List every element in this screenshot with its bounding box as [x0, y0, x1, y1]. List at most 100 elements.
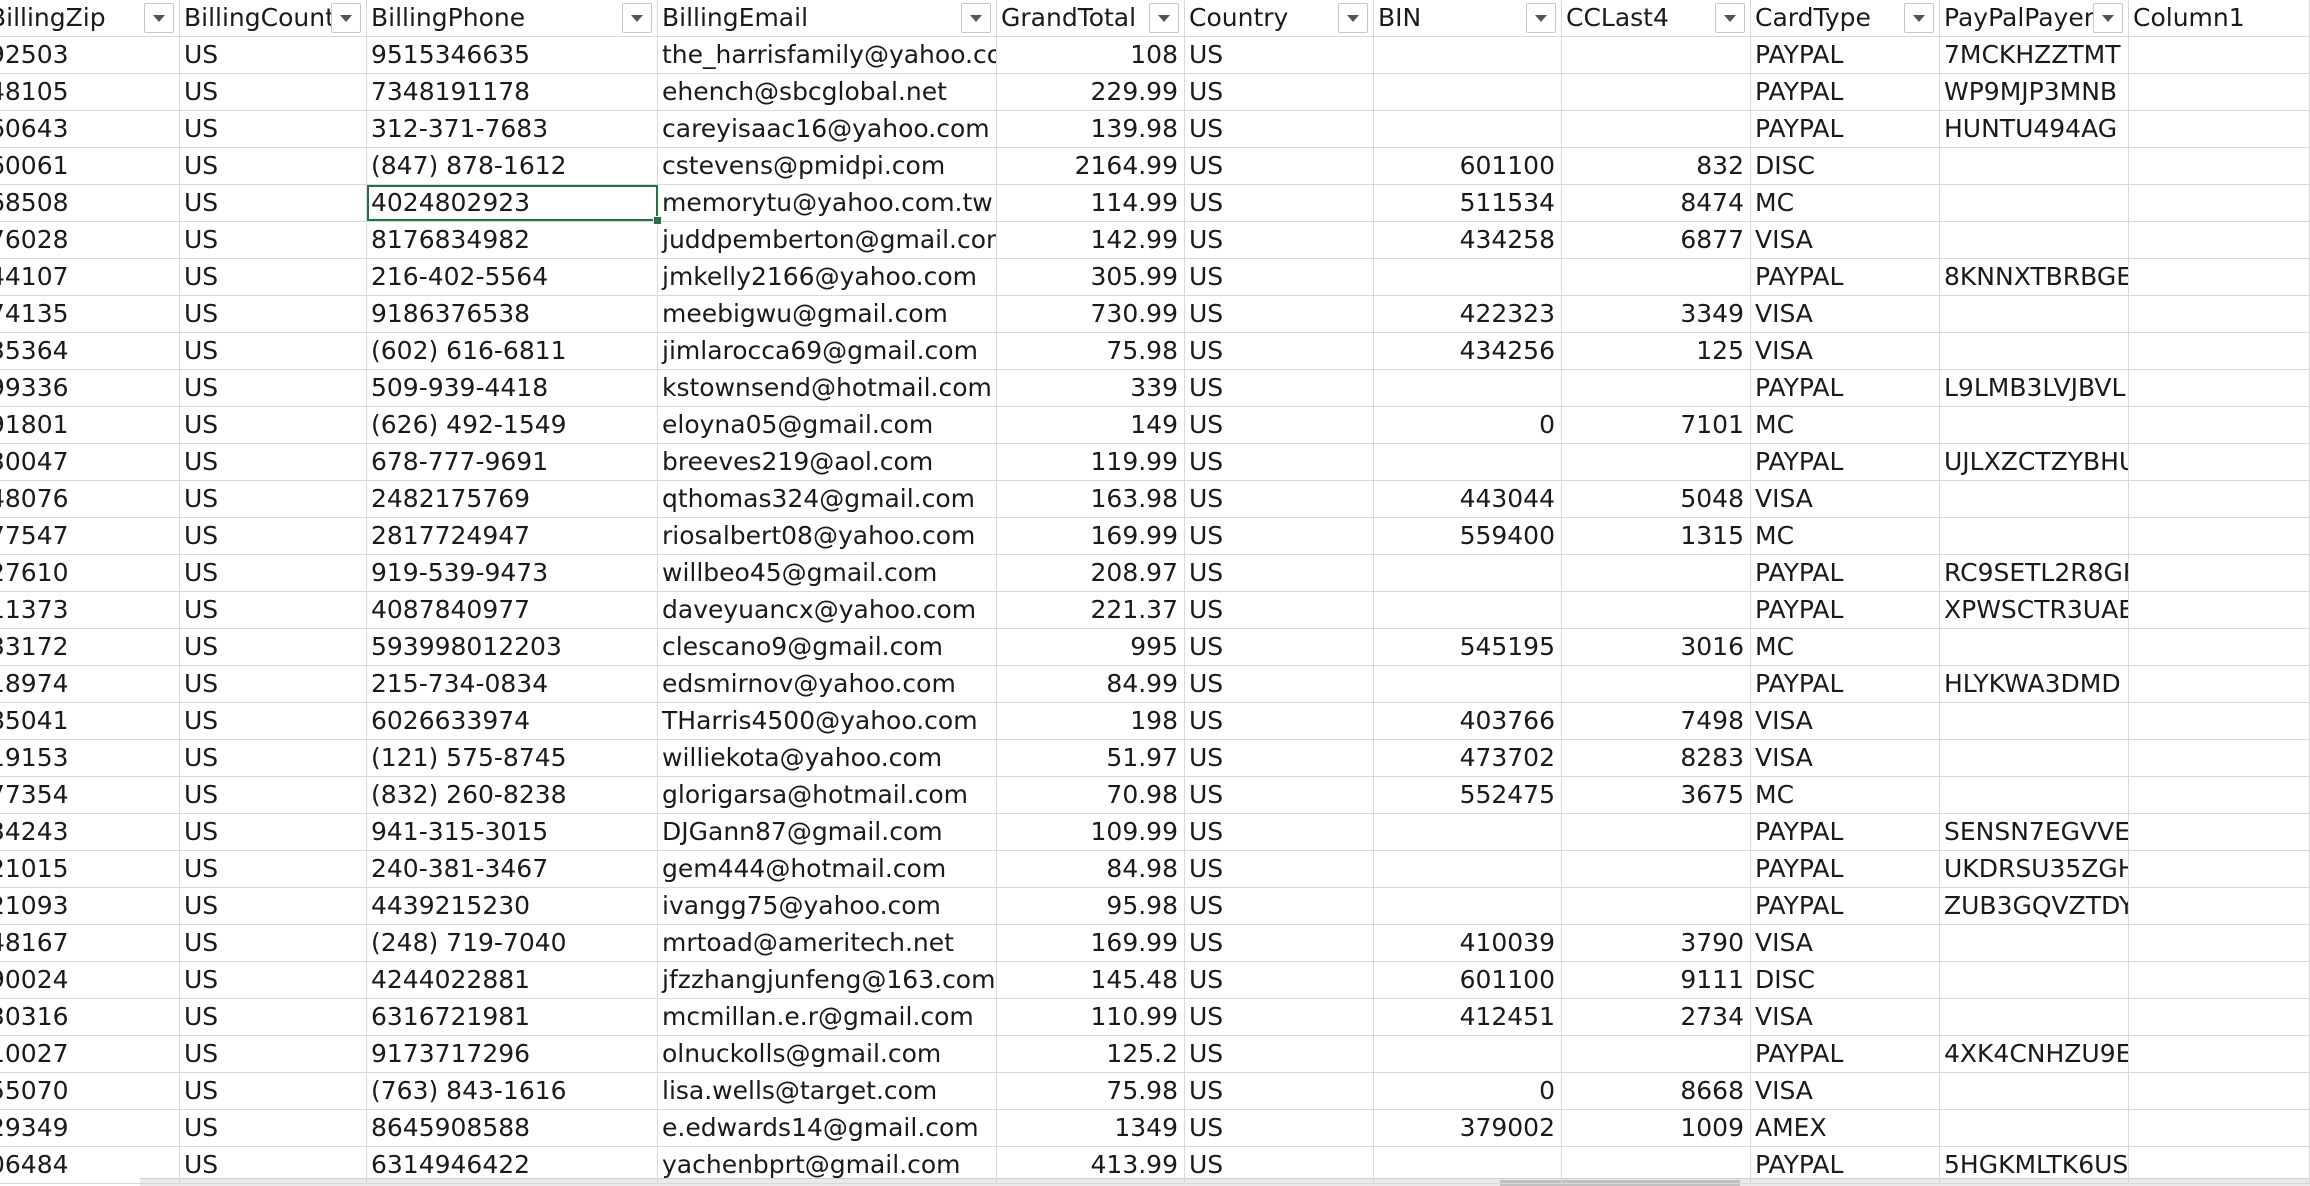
cell-total[interactable]: 229.99	[997, 74, 1185, 110]
cell-bin[interactable]	[1374, 1147, 1562, 1183]
cell-col1[interactable]	[2129, 407, 2310, 443]
cell-country_code[interactable]: US	[180, 111, 367, 147]
cell-card_type[interactable]: VISA	[1751, 703, 1940, 739]
cell-bin[interactable]	[1374, 666, 1562, 702]
cell-country_code[interactable]: US	[180, 962, 367, 998]
filter-dropdown-icon[interactable]	[1526, 3, 1556, 33]
cell-card_type[interactable]: VISA	[1751, 333, 1940, 369]
cell-bin[interactable]: 410039	[1374, 925, 1562, 961]
cell-col1[interactable]	[2129, 296, 2310, 332]
cell-col1[interactable]	[2129, 851, 2310, 887]
cell-total[interactable]: 198	[997, 703, 1185, 739]
cell-card_type[interactable]: PAYPAL	[1751, 592, 1940, 628]
cell-country_code[interactable]: US	[180, 481, 367, 517]
cell-zip[interactable]: 29349	[0, 1110, 180, 1146]
cell-bin[interactable]: 473702	[1374, 740, 1562, 776]
cell-bin[interactable]	[1374, 888, 1562, 924]
cell-bin[interactable]	[1374, 444, 1562, 480]
cell-bin[interactable]	[1374, 259, 1562, 295]
cell-email[interactable]: jimlarocca69@gmail.com	[658, 333, 997, 369]
cell-zip[interactable]: 33172	[0, 629, 180, 665]
cell-email[interactable]: yachenbprt@gmail.com	[658, 1147, 997, 1183]
cell-country[interactable]: US	[1185, 444, 1374, 480]
cell-country_code[interactable]: US	[180, 148, 367, 184]
cell-paypal[interactable]: HLYKWA3DMD	[1940, 666, 2129, 702]
cell-bin[interactable]: 0	[1374, 1073, 1562, 1109]
cell-card_type[interactable]: VISA	[1751, 925, 1940, 961]
cell-total[interactable]: 75.98	[997, 1073, 1185, 1109]
cell-phone[interactable]: (121) 575-8745	[367, 740, 658, 776]
filter-dropdown-icon[interactable]	[1904, 3, 1934, 33]
cell-card_type[interactable]: PAYPAL	[1751, 111, 1940, 147]
column-header-phone[interactable]: BillingPhone	[367, 0, 658, 36]
cell-last4[interactable]: 832	[1562, 148, 1751, 184]
cell-paypal[interactable]	[1940, 1073, 2129, 1109]
cell-paypal[interactable]	[1940, 1110, 2129, 1146]
cell-col1[interactable]	[2129, 740, 2310, 776]
cell-zip[interactable]: 90024	[0, 962, 180, 998]
cell-card_type[interactable]: VISA	[1751, 740, 1940, 776]
cell-zip[interactable]: 48167	[0, 925, 180, 961]
cell-last4[interactable]: 7101	[1562, 407, 1751, 443]
cell-email[interactable]: mcmillan.e.r@gmail.com	[658, 999, 997, 1035]
cell-bin[interactable]: 379002	[1374, 1110, 1562, 1146]
cell-country[interactable]: US	[1185, 74, 1374, 110]
cell-col1[interactable]	[2129, 629, 2310, 665]
cell-last4[interactable]	[1562, 370, 1751, 406]
cell-last4[interactable]	[1562, 851, 1751, 887]
cell-country[interactable]: US	[1185, 185, 1374, 221]
cell-paypal[interactable]	[1940, 407, 2129, 443]
cell-last4[interactable]: 3016	[1562, 629, 1751, 665]
cell-country[interactable]: US	[1185, 296, 1374, 332]
cell-email[interactable]: edsmirnov@yahoo.com	[658, 666, 997, 702]
cell-col1[interactable]	[2129, 703, 2310, 739]
cell-email[interactable]: glorigarsa@hotmail.com	[658, 777, 997, 813]
cell-col1[interactable]	[2129, 111, 2310, 147]
cell-col1[interactable]	[2129, 777, 2310, 813]
cell-last4[interactable]	[1562, 592, 1751, 628]
cell-card_type[interactable]: VISA	[1751, 999, 1940, 1035]
cell-country_code[interactable]: US	[180, 999, 367, 1035]
cell-paypal[interactable]	[1940, 999, 2129, 1035]
cell-card_type[interactable]: MC	[1751, 518, 1940, 554]
cell-paypal[interactable]	[1940, 148, 2129, 184]
cell-country_code[interactable]: US	[180, 777, 367, 813]
cell-zip[interactable]: 10027	[0, 1036, 180, 1072]
cell-total[interactable]: 95.98	[997, 888, 1185, 924]
cell-country[interactable]: US	[1185, 740, 1374, 776]
cell-phone[interactable]: 941-315-3015	[367, 814, 658, 850]
cell-total[interactable]: 149	[997, 407, 1185, 443]
cell-phone[interactable]: 6316721981	[367, 999, 658, 1035]
cell-bin[interactable]	[1374, 1036, 1562, 1072]
cell-total[interactable]: 730.99	[997, 296, 1185, 332]
cell-paypal[interactable]: WP9MJP3MNB	[1940, 74, 2129, 110]
filter-dropdown-icon[interactable]	[1338, 3, 1368, 33]
cell-country[interactable]: US	[1185, 962, 1374, 998]
cell-last4[interactable]	[1562, 111, 1751, 147]
cell-col1[interactable]	[2129, 148, 2310, 184]
cell-bin[interactable]: 422323	[1374, 296, 1562, 332]
selected-cell[interactable]: 4024802923	[367, 185, 658, 221]
cell-last4[interactable]	[1562, 1036, 1751, 1072]
cell-card_type[interactable]: PAYPAL	[1751, 666, 1940, 702]
cell-card_type[interactable]: MC	[1751, 407, 1940, 443]
cell-country[interactable]: US	[1185, 407, 1374, 443]
cell-card_type[interactable]: VISA	[1751, 296, 1940, 332]
cell-email[interactable]: breeves219@aol.com	[658, 444, 997, 480]
cell-country[interactable]: US	[1185, 1073, 1374, 1109]
cell-phone[interactable]: 215-734-0834	[367, 666, 658, 702]
cell-total[interactable]: 169.99	[997, 925, 1185, 961]
cell-bin[interactable]	[1374, 851, 1562, 887]
cell-country_code[interactable]: US	[180, 518, 367, 554]
cell-col1[interactable]	[2129, 592, 2310, 628]
cell-total[interactable]: 163.98	[997, 481, 1185, 517]
cell-card_type[interactable]: VISA	[1751, 1073, 1940, 1109]
cell-total[interactable]: 305.99	[997, 259, 1185, 295]
cell-paypal[interactable]	[1940, 481, 2129, 517]
cell-col1[interactable]	[2129, 37, 2310, 73]
cell-total[interactable]: 1349	[997, 1110, 1185, 1146]
cell-email[interactable]: meebigwu@gmail.com	[658, 296, 997, 332]
cell-phone[interactable]: 678-777-9691	[367, 444, 658, 480]
cell-bin[interactable]: 601100	[1374, 148, 1562, 184]
cell-paypal[interactable]: UKDRSU35ZGH	[1940, 851, 2129, 887]
